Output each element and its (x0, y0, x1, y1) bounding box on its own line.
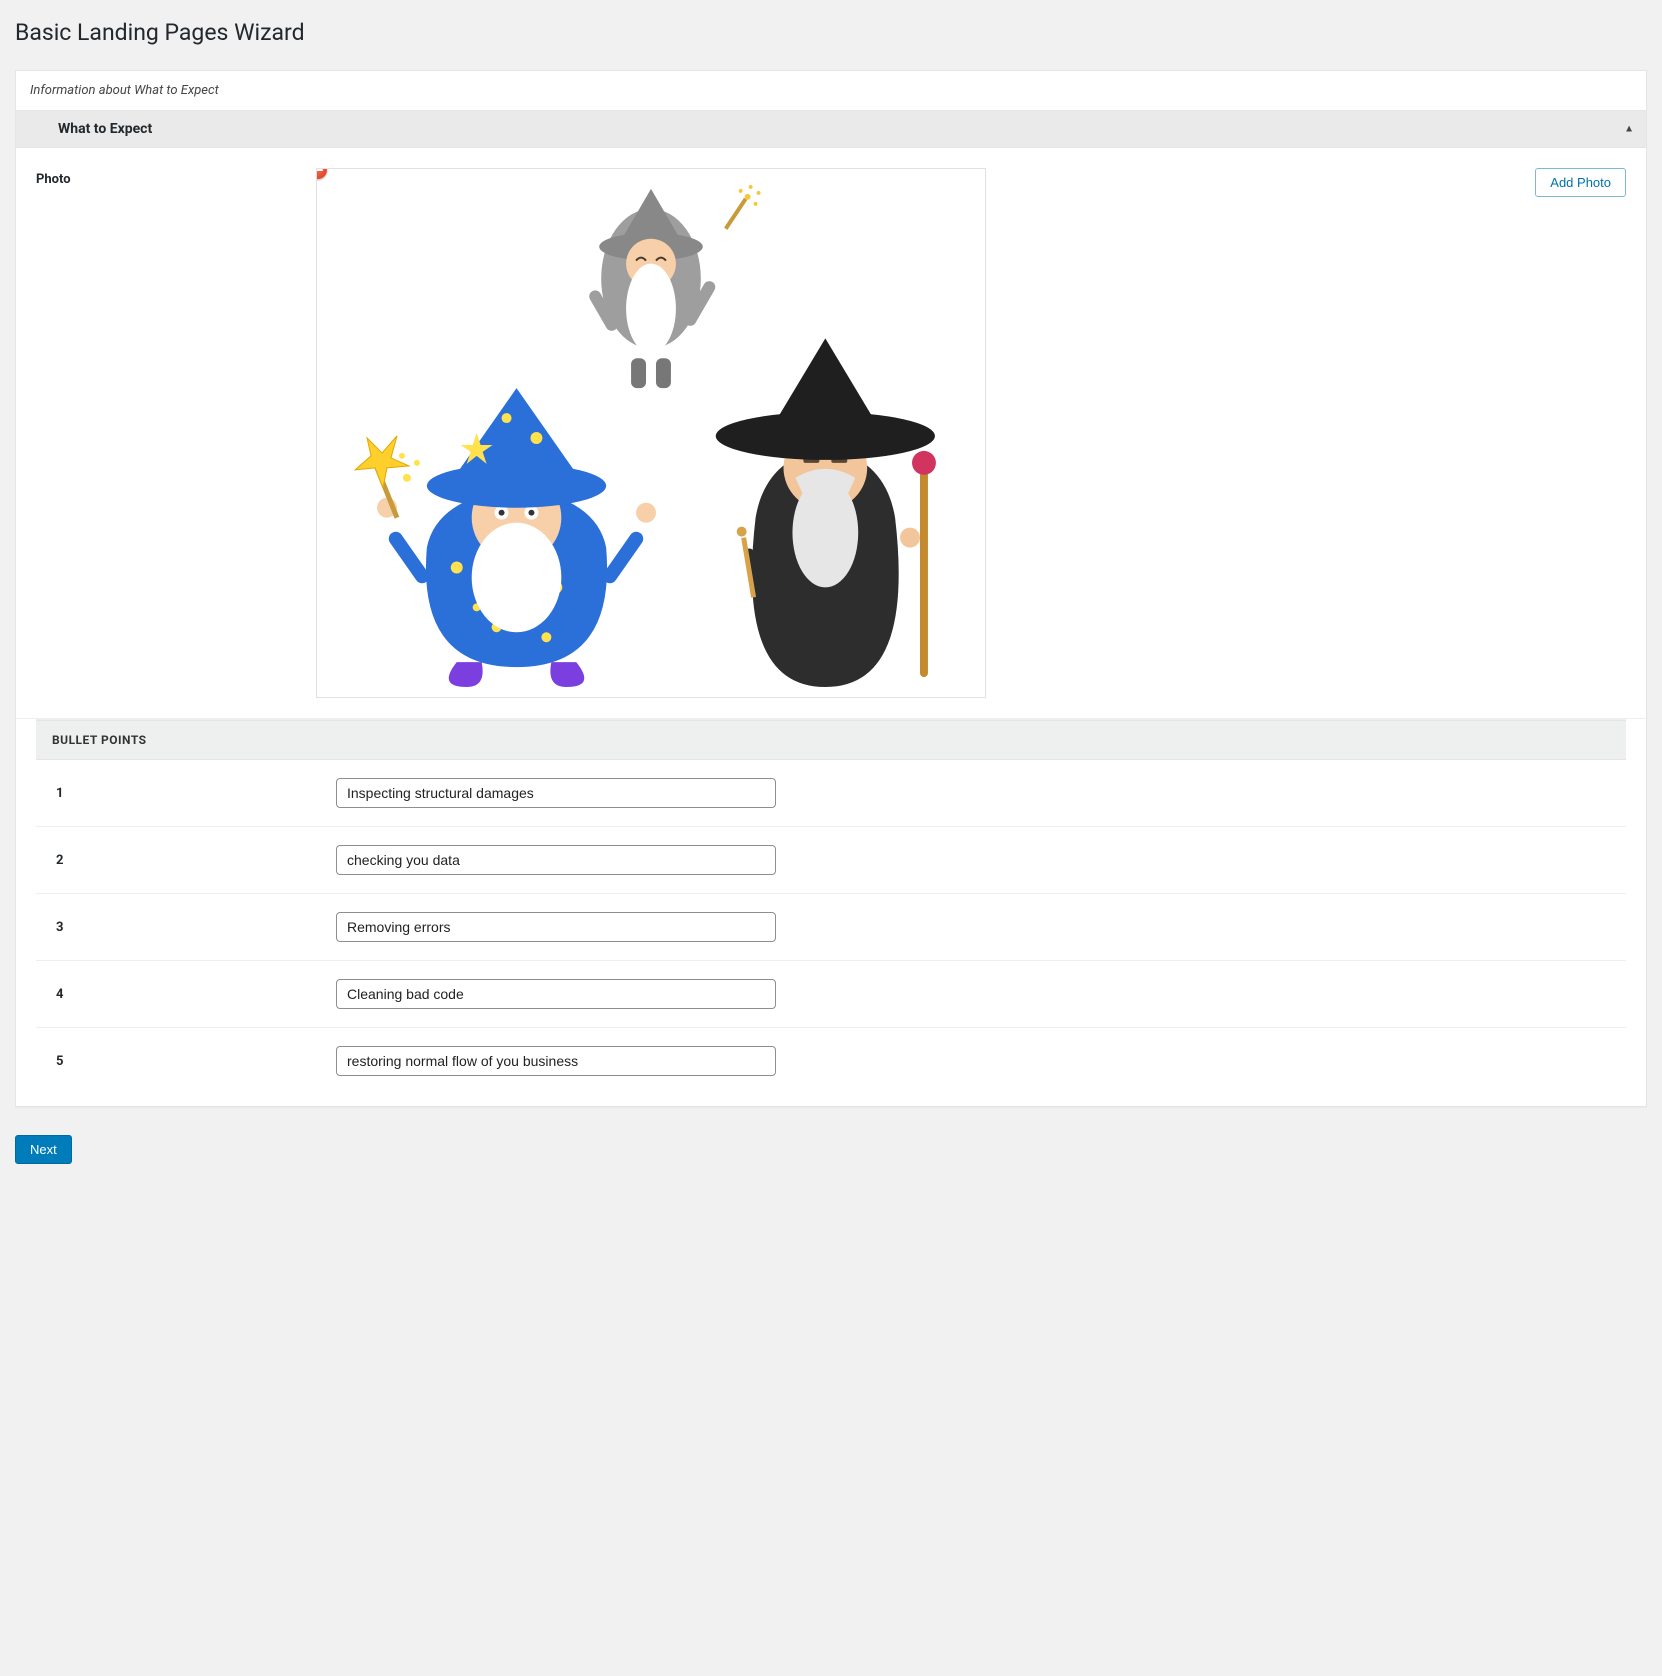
bullet-label-5: 5 (56, 1054, 336, 1069)
section-header[interactable]: What to Expect ▲ (16, 110, 1646, 148)
section-title: What to Expect (58, 121, 152, 137)
photo-field-row: Photo (16, 148, 1646, 719)
bullet-input-5[interactable] (336, 1046, 776, 1076)
bullet-row: 1 (36, 760, 1626, 827)
wizard-illustration (317, 169, 985, 697)
photo-thumbnail[interactable] (316, 168, 986, 698)
bullet-input-4[interactable] (336, 979, 776, 1009)
bullet-points-header: BULLET POINTS (36, 720, 1626, 760)
form-container: Information about What to Expect What to… (15, 70, 1647, 1107)
bullet-input-2[interactable] (336, 845, 776, 875)
photo-label: Photo (36, 168, 316, 187)
bullet-input-1[interactable] (336, 778, 776, 808)
bullet-row: 3 (36, 894, 1626, 961)
add-photo-button[interactable]: Add Photo (1535, 168, 1626, 197)
form-description: Information about What to Expect (16, 71, 1646, 110)
collapse-icon[interactable]: ▲ (1624, 124, 1634, 135)
bullet-label-4: 4 (56, 987, 336, 1002)
bullet-row: 4 (36, 961, 1626, 1028)
bullet-input-3[interactable] (336, 912, 776, 942)
page-title: Basic Landing Pages Wizard (0, 10, 1662, 50)
bullet-row: 5 (36, 1028, 1626, 1106)
bullet-label-3: 3 (56, 920, 336, 935)
bullet-label-1: 1 (56, 786, 336, 801)
next-button[interactable]: Next (15, 1135, 72, 1164)
bullet-label-2: 2 (56, 853, 336, 868)
bullet-row: 2 (36, 827, 1626, 894)
